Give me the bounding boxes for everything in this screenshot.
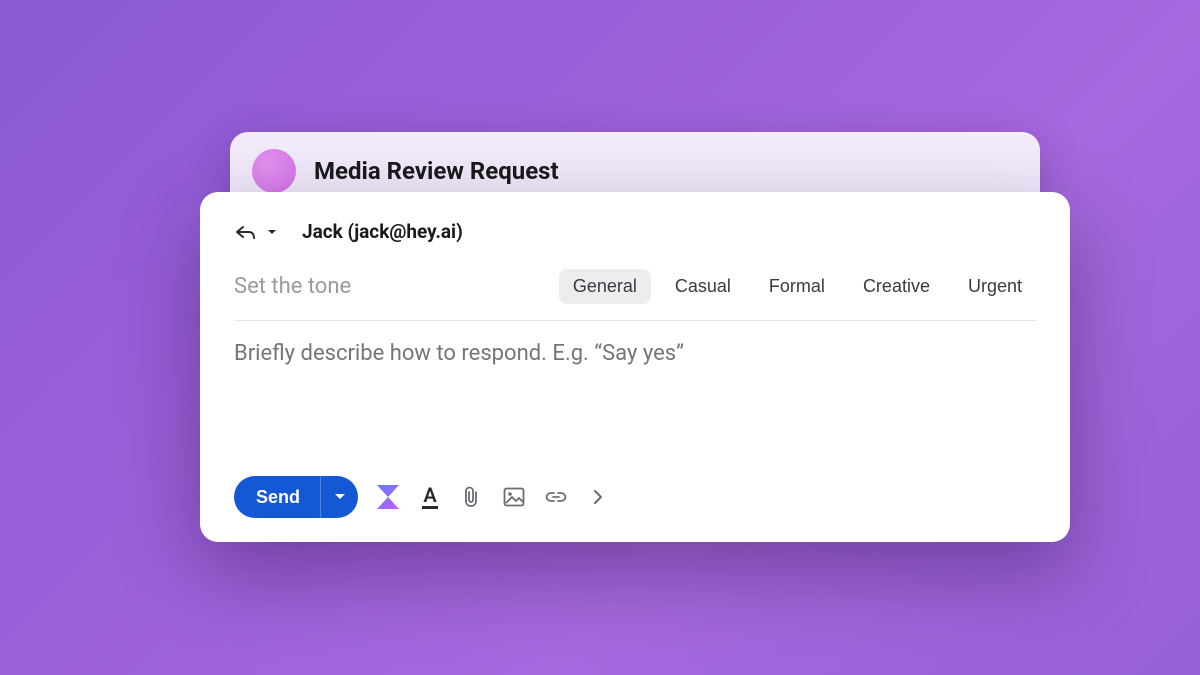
reply-row: Jack (jack@hey.ai) bbox=[234, 220, 1036, 243]
tone-chips: General Casual Formal Creative Urgent bbox=[559, 269, 1036, 304]
insert-image-icon[interactable] bbox=[502, 485, 526, 509]
email-subject: Media Review Request bbox=[314, 157, 559, 185]
ai-hourglass-icon[interactable] bbox=[376, 485, 400, 509]
reply-type-dropdown[interactable] bbox=[266, 226, 278, 238]
compose-card: Jack (jack@hey.ai) Set the tone General … bbox=[200, 192, 1070, 542]
insert-link-icon[interactable] bbox=[544, 485, 568, 509]
send-button-group: Send bbox=[234, 476, 358, 518]
send-options-dropdown[interactable] bbox=[320, 476, 358, 518]
app-background: Media Review Request Jack (jack@hey.ai) … bbox=[0, 0, 1200, 675]
sender-avatar bbox=[252, 149, 296, 193]
compose-body-input[interactable] bbox=[234, 341, 1036, 391]
email-header-card: Media Review Request bbox=[230, 132, 1040, 194]
tone-row: Set the tone General Casual Formal Creat… bbox=[234, 269, 1036, 321]
send-button[interactable]: Send bbox=[234, 476, 320, 518]
tone-label: Set the tone bbox=[234, 274, 351, 299]
attach-file-icon[interactable] bbox=[460, 485, 484, 509]
compose-body-area[interactable] bbox=[234, 341, 1036, 476]
tone-chip-creative[interactable]: Creative bbox=[849, 269, 944, 304]
text-format-icon[interactable]: A bbox=[418, 485, 442, 509]
tone-chip-general[interactable]: General bbox=[559, 269, 651, 304]
tone-chip-urgent[interactable]: Urgent bbox=[954, 269, 1036, 304]
recipient-name: Jack (jack@hey.ai) bbox=[302, 220, 463, 243]
more-tools-icon[interactable] bbox=[586, 485, 610, 509]
reply-icon[interactable] bbox=[234, 223, 256, 241]
tone-chip-casual[interactable]: Casual bbox=[661, 269, 745, 304]
compose-toolbar: Send A bbox=[234, 476, 1036, 518]
tone-chip-formal[interactable]: Formal bbox=[755, 269, 839, 304]
